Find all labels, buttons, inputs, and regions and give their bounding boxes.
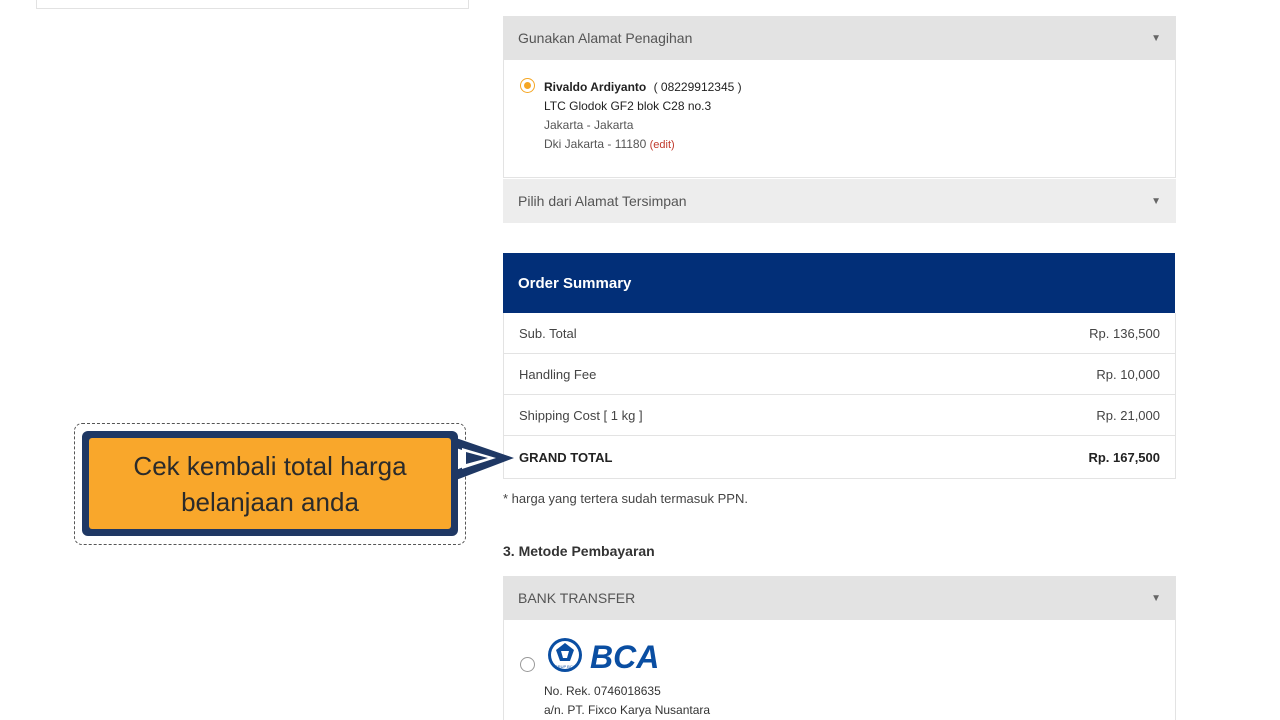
callout-text: Cek kembali total harga belanjaan anda [89,438,451,529]
callout-line-1: Cek kembali total harga [133,450,407,481]
bca-logo-subtext: GRUP BCA [555,664,576,669]
bank-account-number: No. Rek. 0746018635 [544,684,661,698]
summary-row-handling-fee: Handling Fee Rp. 10,000 [504,354,1175,395]
summary-value: Rp. 136,500 [1089,325,1160,341]
bank-option-card: GRUP BCA BCA No. Rek. 0746018635 a/n. PT… [503,620,1176,720]
bca-logo-text: BCA [590,639,659,675]
billing-address-dropdown-label: Gunakan Alamat Penagihan [518,30,693,46]
saved-address-dropdown-label: Pilih dari Alamat Tersimpan [518,193,687,209]
saved-address-dropdown[interactable]: Pilih dari Alamat Tersimpan ▼ [503,179,1176,223]
bank-details: No. Rek. 0746018635 a/n. PT. Fixco Karya… [544,682,710,720]
address-postal: 11180 [614,137,647,151]
summary-label: GRAND TOTAL [519,449,613,465]
left-panel-box [36,0,469,9]
address-radio[interactable] [520,78,535,93]
summary-row-subtotal: Sub. Total Rp. 136,500 [504,313,1175,354]
bca-logo: GRUP BCA BCA [548,638,659,675]
chevron-down-icon: ▼ [1151,195,1161,207]
address-details: Rivaldo Ardiyanto ( 08229912345 ) LTC Gl… [544,78,742,155]
billing-address-dropdown[interactable]: Gunakan Alamat Penagihan ▼ [503,16,1176,60]
order-summary-header: Order Summary [503,253,1175,313]
callout-line-2: belanjaan anda [181,486,359,517]
edit-address-link[interactable]: (edit) [650,139,675,151]
chevron-down-icon: ▼ [1151,592,1161,604]
bank-account-holder: a/n. PT. Fixco Karya Nusantara [544,703,711,717]
bank-radio[interactable] [520,657,535,672]
address-region: Dki Jakarta - [544,137,615,151]
summary-value: Rp. 21,000 [1096,407,1160,423]
tax-note: * harga yang tertera sudah termasuk PPN. [503,491,748,506]
summary-value: Rp. 167,500 [1088,449,1160,465]
address-phone: ( 08229912345 ) [653,80,742,94]
order-summary-title: Order Summary [518,274,632,292]
payment-method-label: BANK TRANSFER [518,590,636,606]
payment-section-title: 3. Metode Pembayaran [503,543,655,559]
summary-label: Sub. Total [519,325,577,341]
callout-arrow-icon [456,438,514,480]
summary-label: Handling Fee [519,366,597,382]
chevron-down-icon: ▼ [1151,32,1161,44]
address-street: LTC Glodok GF2 blok C28 no.3 [544,99,712,113]
address-card: Rivaldo Ardiyanto ( 08229912345 ) LTC Gl… [503,60,1176,178]
summary-row-grand-total: GRAND TOTAL Rp. 167,500 [504,436,1175,478]
address-city: Jakarta - Jakarta [544,118,634,132]
summary-value: Rp. 10,000 [1096,366,1160,382]
payment-method-dropdown[interactable]: BANK TRANSFER ▼ [503,576,1176,620]
summary-label: Shipping Cost [ 1 kg ] [519,407,643,423]
order-summary-table: Sub. Total Rp. 136,500 Handling Fee Rp. … [503,313,1176,479]
address-name: Rivaldo Ardiyanto [544,80,647,94]
summary-row-shipping-cost: Shipping Cost [ 1 kg ] Rp. 21,000 [504,395,1175,436]
